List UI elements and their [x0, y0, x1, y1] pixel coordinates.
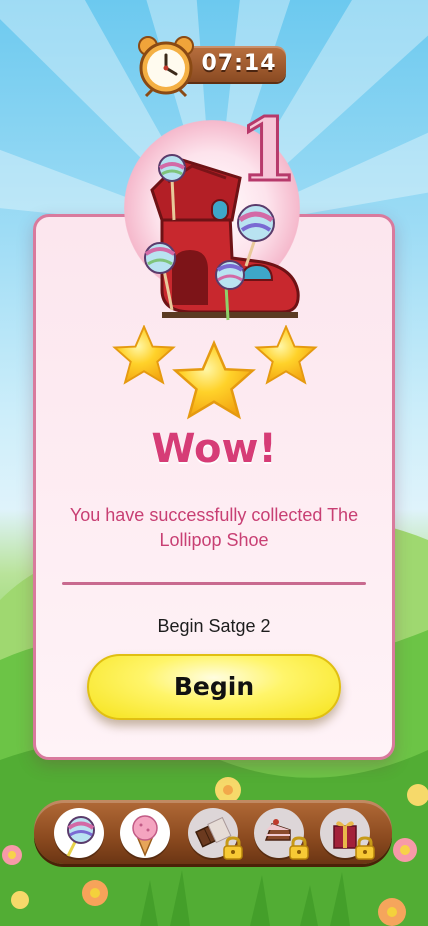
begin-button[interactable]: Begin: [87, 654, 341, 720]
next-stage-label: Begin Satge 2: [157, 616, 271, 636]
divider: [62, 582, 366, 585]
result-message: You have successfully collected The Loll…: [69, 505, 359, 550]
level-number: 1: [237, 100, 300, 201]
result-title: Wow!: [151, 426, 277, 472]
lollipop-icon: [66, 816, 95, 857]
alarm-clock-icon: [138, 36, 194, 98]
star-rating: [112, 325, 318, 420]
collection-slot-lollipop[interactable]: [54, 808, 104, 858]
star-3: [254, 325, 318, 385]
timer: 07:14: [136, 34, 296, 98]
collection-slot-ice-cream[interactable]: [120, 808, 170, 858]
lock-icon: [223, 836, 243, 860]
game-scene: 07:14 1 Wow! You have successfully colle…: [0, 0, 428, 926]
star-1: [112, 325, 176, 385]
ice-cream-icon: [132, 815, 158, 857]
star-2: [172, 339, 256, 420]
timer-value: 07:14: [201, 51, 277, 76]
lock-icon: [289, 836, 309, 860]
lock-icon: [355, 836, 375, 860]
